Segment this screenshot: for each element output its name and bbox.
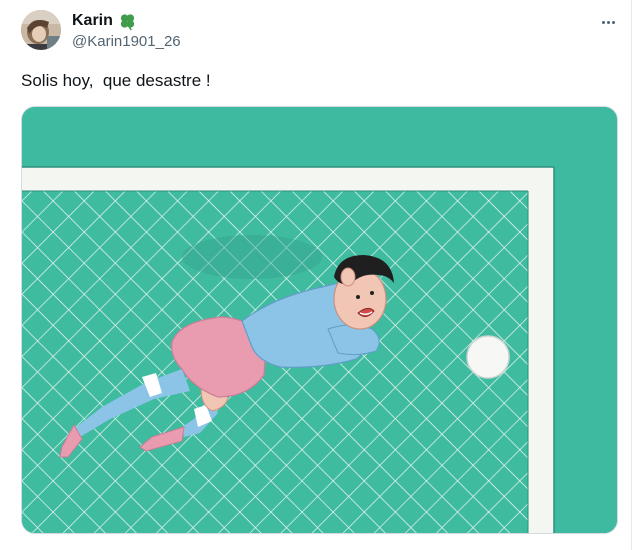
avatar-image [21, 10, 61, 50]
tweet-text: Solis hoy, que desastre ! [21, 71, 211, 90]
tweet-card[interactable]: Karin @Karin1901_26 Solis hoy, que desas… [0, 0, 640, 550]
goal-post [528, 167, 554, 533]
four-leaf-clover-icon [118, 12, 137, 31]
tweet-media-image[interactable] [21, 106, 618, 534]
author-name-row: Karin [72, 11, 137, 31]
display-name[interactable]: Karin [72, 11, 113, 31]
more-horizontal-icon-dot [611, 20, 615, 24]
card-border [631, 0, 632, 550]
ball [466, 335, 510, 379]
goalkeeper-illustration [22, 107, 617, 533]
crossbar [22, 167, 554, 191]
more-options-button[interactable] [596, 12, 620, 32]
more-horizontal-icon-dot [606, 20, 610, 24]
more-horizontal-icon [601, 20, 605, 24]
author-handle[interactable]: @Karin1901_26 [72, 33, 181, 51]
avatar[interactable] [21, 10, 61, 50]
